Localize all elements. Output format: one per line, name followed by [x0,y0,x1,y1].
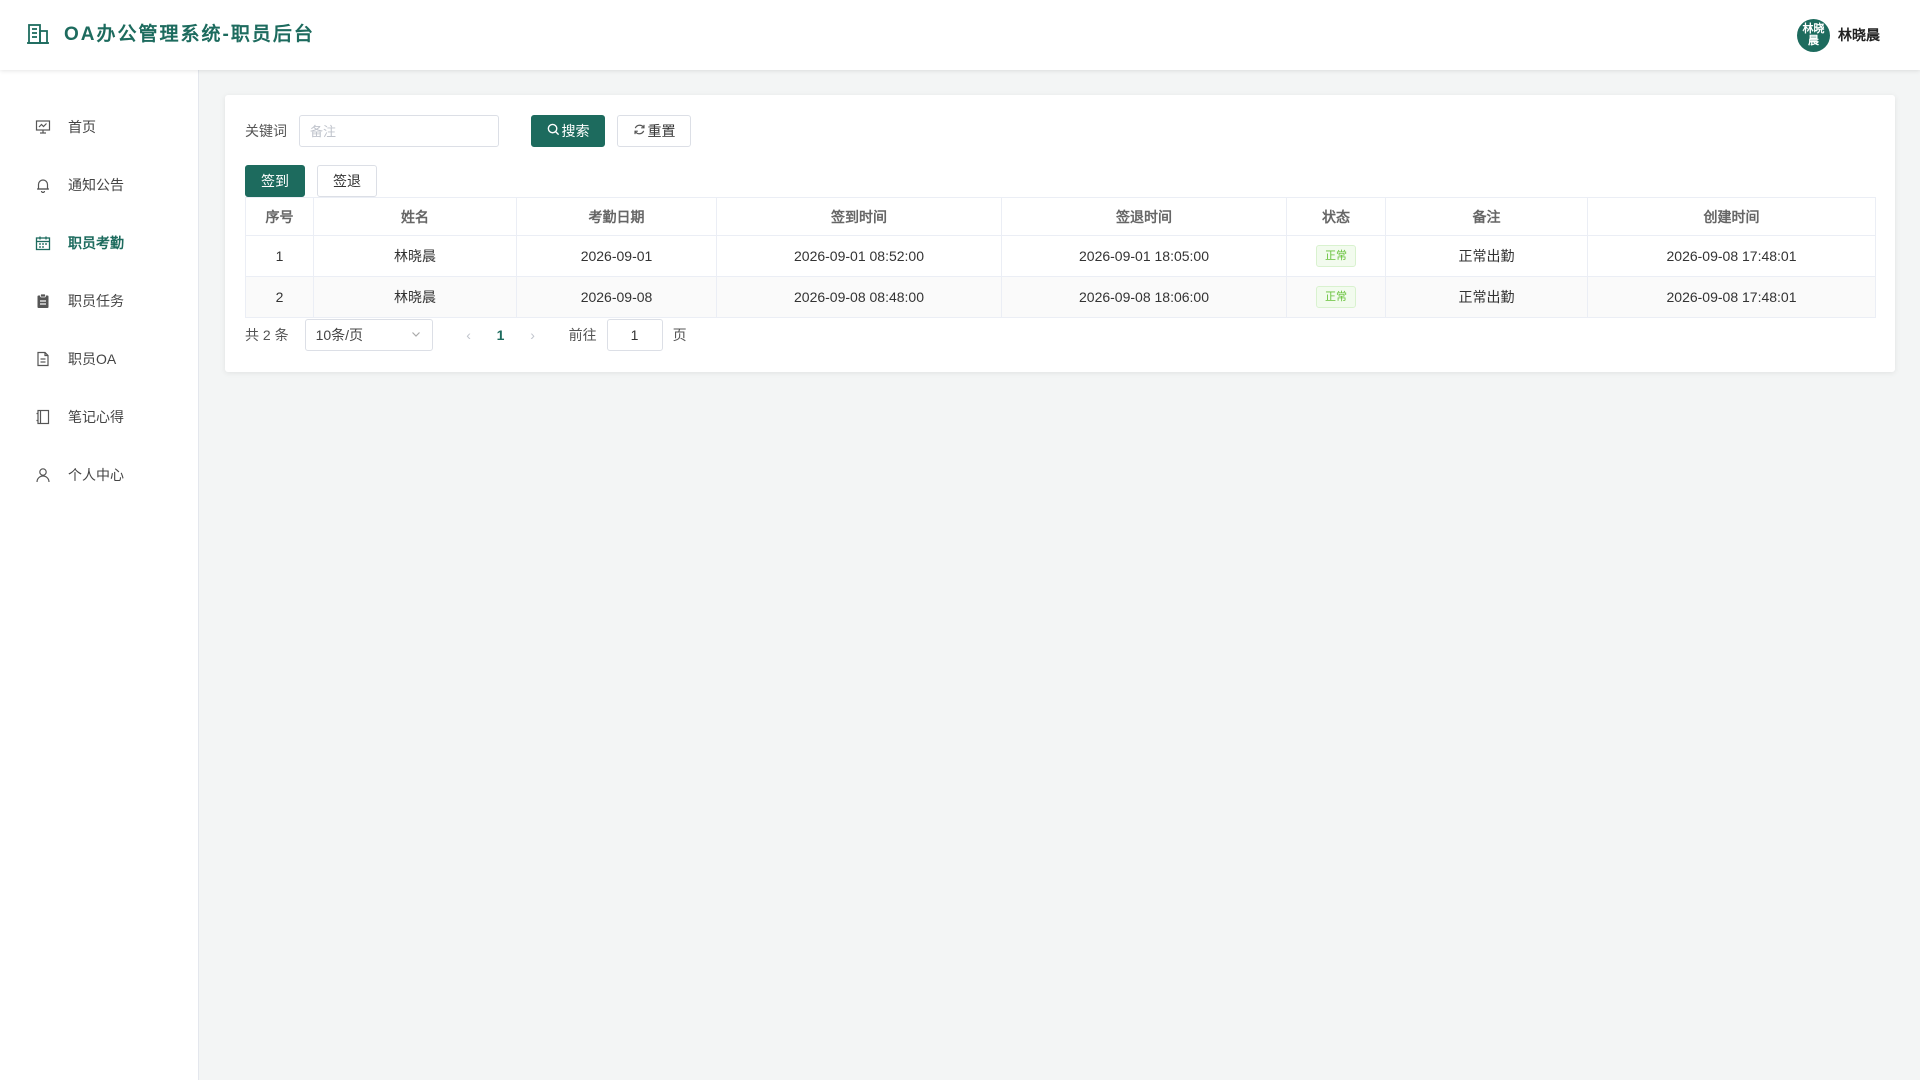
sidebar: 首页 通知公告 职员考勤 职员任务 职员OA 笔记心得 个人中心 [0,70,199,1080]
sidebar-item-notes[interactable]: 笔记心得 [0,388,198,446]
refresh-icon [633,123,646,139]
attendance-table: 序号 姓名 考勤日期 签到时间 签退时间 状态 备注 创建时间 1 林晓晨 20… [245,197,1876,318]
column-header[interactable]: 创建时间 [1587,197,1876,236]
cell-index: 1 [245,235,314,277]
column-header[interactable]: 备注 [1385,197,1588,236]
sidebar-item-label: 职员任务 [68,293,124,309]
cell-signout-time: 2026-09-01 18:05:00 [1001,235,1287,277]
sidebar-item-attendance[interactable]: 职员考勤 [0,214,198,272]
app-title: OA办公管理系统-职员后台 [64,24,315,45]
pager: ‹ 1 › [453,327,549,343]
cell-index: 2 [245,276,314,318]
table-row[interactable]: 2 林晓晨 2026-09-08 2026-09-08 08:48:00 202… [245,276,1876,318]
cell-signout-time: 2026-09-08 18:06:00 [1001,276,1287,318]
bell-icon [34,176,52,194]
total-count: 共 2 条 [245,327,289,343]
cell-remark: 正常出勤 [1385,276,1588,318]
goto-prefix: 前往 [568,327,597,343]
cell-remark: 正常出勤 [1385,235,1588,277]
search-button[interactable]: 搜索 [531,115,605,147]
sidebar-item-label: 个人中心 [68,467,124,483]
cell-date: 2026-09-01 [516,235,717,277]
keyword-input[interactable] [299,115,499,147]
sidebar-menu: 首页 通知公告 职员考勤 职员任务 职员OA 笔记心得 个人中心 [0,70,198,504]
avatar[interactable]: 林晓晨 [1797,18,1830,52]
cell-created-time: 2026-09-08 17:48:01 [1587,235,1876,277]
cell-name: 林晓晨 [313,235,517,277]
column-header[interactable]: 状态 [1286,197,1386,236]
column-header[interactable]: 序号 [245,197,314,236]
cell-signin-time: 2026-09-08 08:48:00 [716,276,1002,318]
calendar-icon [34,234,52,252]
cell-status: 正常 [1286,235,1386,277]
column-header[interactable]: 签到时间 [716,197,1002,236]
sidebar-item-label: 笔记心得 [68,409,124,425]
reset-button-label: 重置 [647,123,676,139]
cell-signin-time: 2026-09-01 08:52:00 [716,235,1002,277]
sidebar-item-profile[interactable]: 个人中心 [0,446,198,504]
cell-created-time: 2026-09-08 17:48:01 [1587,276,1876,318]
prev-page-icon[interactable]: ‹ [453,327,485,343]
next-page-icon[interactable]: › [517,327,549,343]
status-badge: 正常 [1316,245,1356,267]
sidebar-item-notices[interactable]: 通知公告 [0,156,198,214]
building-icon [26,22,50,46]
table-row[interactable]: 1 林晓晨 2026-09-01 2026-09-01 08:52:00 202… [245,235,1876,277]
action-bar: 签到 签退 [245,165,377,197]
chevron-down-icon [410,327,422,343]
cell-status: 正常 [1286,276,1386,318]
presentation-icon [34,118,52,136]
sidebar-item-label: 通知公告 [68,177,124,193]
column-header[interactable]: 签退时间 [1001,197,1287,236]
keyword-label: 关键词 [245,123,287,139]
pagination: 共 2 条 10条/页 ‹ 1 › 前往 页 [245,319,687,351]
user-menu[interactable]: 林晓晨 林晓晨 [1797,18,1880,52]
page-jumper: 前往 页 [569,319,687,351]
page-number-current[interactable]: 1 [485,327,517,343]
column-header[interactable]: 姓名 [313,197,517,236]
sign-out-button[interactable]: 签退 [317,165,377,197]
reset-button[interactable]: 重置 [617,115,691,147]
column-header[interactable]: 考勤日期 [516,197,717,236]
search-button-label: 搜索 [561,123,590,139]
notebook-icon [34,408,52,426]
search-icon [547,123,560,139]
attendance-card: 关键词 搜索 重置 签到 签退 序号 姓名 考勤日期 [225,95,1895,372]
sidebar-item-label: 首页 [68,119,96,135]
status-badge: 正常 [1316,286,1356,308]
goto-suffix: 页 [672,327,687,343]
sidebar-item-home[interactable]: 首页 [0,98,198,156]
page-size-select[interactable]: 10条/页 [304,319,433,351]
page-size-value: 10条/页 [315,327,364,343]
sidebar-item-label: 职员考勤 [68,235,124,251]
sidebar-item-label: 职员OA [68,351,117,367]
sidebar-item-tasks[interactable]: 职员任务 [0,272,198,330]
clipboard-icon [34,292,52,310]
filter-bar: 关键词 搜索 重置 [245,115,691,147]
sign-in-button[interactable]: 签到 [245,165,305,197]
sidebar-item-oa[interactable]: 职员OA [0,330,198,388]
table-header-row: 序号 姓名 考勤日期 签到时间 签退时间 状态 备注 创建时间 [245,197,1876,236]
cell-date: 2026-09-08 [516,276,717,318]
user-icon [34,466,52,484]
user-name[interactable]: 林晓晨 [1838,25,1880,45]
top-header: OA办公管理系统-职员后台 林晓晨 林晓晨 [0,0,1920,70]
cell-name: 林晓晨 [313,276,517,318]
goto-page-input[interactable] [606,319,663,351]
document-icon [34,350,52,368]
